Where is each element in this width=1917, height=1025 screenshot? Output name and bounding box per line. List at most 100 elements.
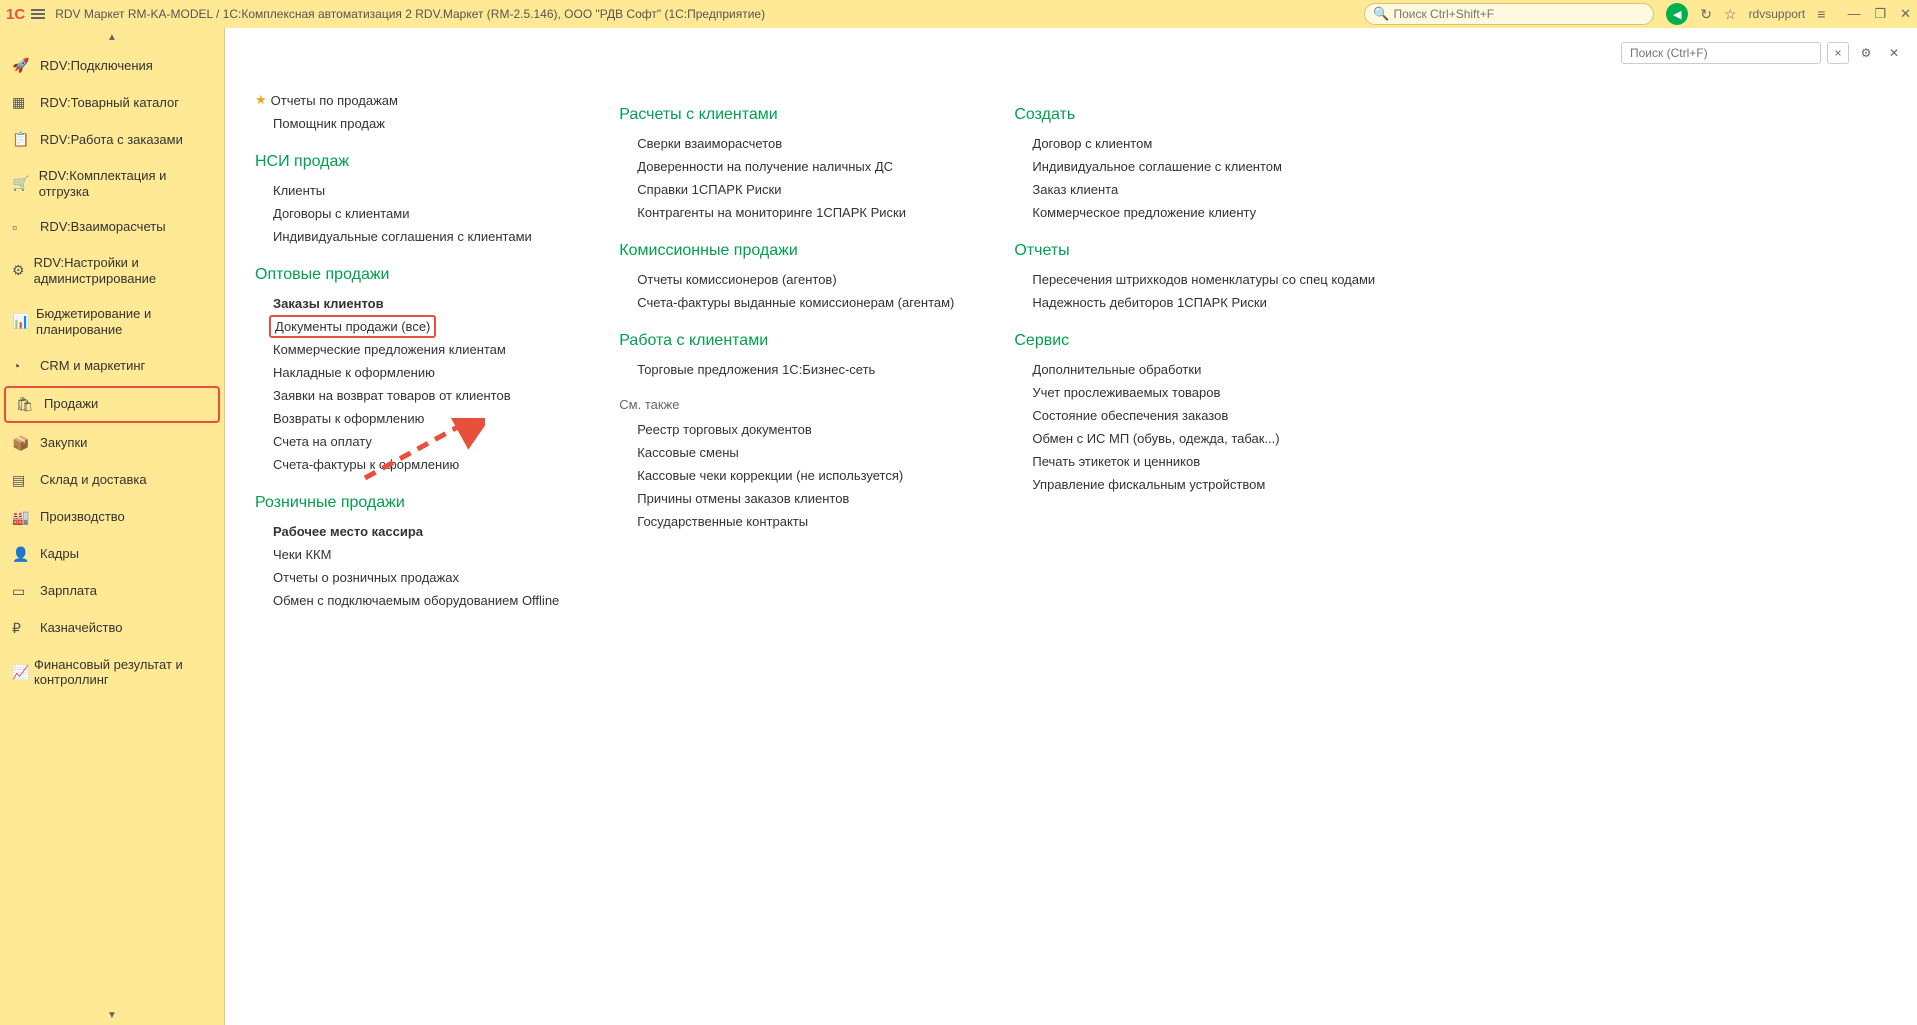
star-icon: ★ xyxy=(255,92,267,108)
section-title[interactable]: Розничные продажи xyxy=(255,494,559,512)
menu-link[interactable]: Индивидуальное соглашение с клиентом xyxy=(1014,155,1375,178)
sidebar-icon: ◔ xyxy=(12,358,40,374)
menu-link[interactable]: Договоры с клиентами xyxy=(255,202,559,225)
reports-star-link[interactable]: ★Отчеты по продажам xyxy=(255,88,559,112)
menu-link[interactable]: Договор с клиентом xyxy=(1014,132,1375,155)
menu-bars-icon[interactable]: ≡ xyxy=(1817,6,1825,22)
menu-link[interactable]: Справки 1СПАРК Риски xyxy=(619,178,954,201)
global-search[interactable]: 🔍 xyxy=(1364,3,1654,25)
sidebar-item-label: CRM и маркетинг xyxy=(40,358,145,374)
menu-link[interactable]: Печать этикеток и ценников xyxy=(1014,450,1375,473)
menu-link[interactable]: Накладные к оформлению xyxy=(255,361,559,384)
sidebar-item-label: Казначейство xyxy=(40,620,122,636)
sidebar-item-label: Бюджетирование и планирование xyxy=(36,306,212,337)
menu-link[interactable]: Заказы клиентов xyxy=(255,292,559,315)
section-title[interactable]: Комиссионные продажи xyxy=(619,242,954,260)
settings-icon[interactable]: ⚙ xyxy=(1855,42,1877,64)
menu-link[interactable]: Счета-фактуры выданные комиссионерам (аг… xyxy=(619,291,954,314)
menu-link[interactable]: Кассовые чеки коррекции (не используется… xyxy=(619,464,954,487)
global-search-input[interactable] xyxy=(1393,7,1645,21)
content-area: × ⚙ ✕ ★Отчеты по продажам Помощник прода… xyxy=(225,28,1917,1025)
menu-link[interactable]: Обмен с ИС МП (обувь, одежда, табак...) xyxy=(1014,427,1375,450)
sidebar-item-1[interactable]: ▦RDV:Товарный каталог xyxy=(0,84,224,121)
sidebar-item-label: Склад и доставка xyxy=(40,472,147,488)
menu-link[interactable]: Коммерческое предложение клиенту xyxy=(1014,201,1375,224)
sidebar-item-14[interactable]: ₽Казначейство xyxy=(0,610,224,647)
sidebar-item-label: Производство xyxy=(40,509,125,525)
sidebar-item-10[interactable]: ▤Склад и доставка xyxy=(0,462,224,499)
sidebar-icon: 🛍 xyxy=(16,396,44,413)
history-icon[interactable]: ↻ xyxy=(1700,6,1712,23)
menu-link[interactable]: Отчеты о розничных продажах xyxy=(255,566,559,589)
menu-link[interactable]: Дополнительные обработки xyxy=(1014,358,1375,381)
sidebar-item-5[interactable]: ⚙RDV:Настройки и администрирование xyxy=(0,245,224,296)
sidebar-scroll-up[interactable]: ▲ xyxy=(0,28,224,47)
sidebar-item-7[interactable]: ◔CRM и маркетинг xyxy=(0,348,224,384)
sidebar-item-2[interactable]: 📋RDV:Работа с заказами xyxy=(0,121,224,158)
menu-link[interactable]: Доверенности на получение наличных ДС xyxy=(619,155,954,178)
menu-link[interactable]: Счета-фактуры к оформлению xyxy=(255,453,559,476)
menu-link[interactable]: Пересечения штрихкодов номенклатуры со с… xyxy=(1014,268,1375,291)
sidebar-item-3[interactable]: 🛒RDV:Комплектация и отгрузка xyxy=(0,158,224,209)
sidebar-icon: ▫ xyxy=(12,219,40,235)
menu-link[interactable]: Надежность дебиторов 1СПАРК Риски xyxy=(1014,291,1375,314)
sidebar-item-0[interactable]: 🚀RDV:Подключения xyxy=(0,47,224,84)
sidebar-item-9[interactable]: 📦Закупки xyxy=(0,425,224,462)
menu-link[interactable]: Возвраты к оформлению xyxy=(255,407,559,430)
menu-link[interactable]: Рабочее место кассира xyxy=(255,520,559,543)
menu-link[interactable]: Заявки на возврат товаров от клиентов xyxy=(255,384,559,407)
close-panel-icon[interactable]: ✕ xyxy=(1883,42,1905,64)
sales-helper-link[interactable]: Помощник продаж xyxy=(255,112,559,135)
sidebar-icon: ₽ xyxy=(12,620,40,637)
sidebar-item-13[interactable]: ▭Зарплата xyxy=(0,573,224,610)
sidebar-item-label: Кадры xyxy=(40,546,79,562)
notification-icon[interactable]: ◀ xyxy=(1666,3,1688,25)
close-icon[interactable]: ✕ xyxy=(1900,6,1911,22)
menu-link[interactable]: Отчеты комиссионеров (агентов) xyxy=(619,268,954,291)
menu-link[interactable]: Управление фискальным устройством xyxy=(1014,473,1375,496)
sidebar-item-15[interactable]: 📈Финансовый результат и контроллинг xyxy=(0,647,224,698)
username-label[interactable]: rdvsupport xyxy=(1749,7,1806,21)
menu-link[interactable]: Клиенты xyxy=(255,179,559,202)
menu-link[interactable]: Сверки взаиморасчетов xyxy=(619,132,954,155)
sidebar-item-label: RDV:Настройки и администрирование xyxy=(34,255,212,286)
clear-search-button[interactable]: × xyxy=(1827,42,1849,64)
section-title[interactable]: Оптовые продажи xyxy=(255,266,559,284)
sidebar-item-6[interactable]: 📊Бюджетирование и планирование xyxy=(0,296,224,347)
menu-link[interactable]: Состояние обеспечения заказов xyxy=(1014,404,1375,427)
menu-link[interactable]: Заказ клиента xyxy=(1014,178,1375,201)
menu-link[interactable]: Учет прослеживаемых товаров xyxy=(1014,381,1375,404)
menu-link[interactable]: Коммерческие предложения клиентам xyxy=(255,338,559,361)
section-title[interactable]: Работа с клиентами xyxy=(619,332,954,350)
menu-link[interactable]: Причины отмены заказов клиентов xyxy=(619,487,954,510)
sidebar-item-8[interactable]: 🛍Продажи xyxy=(4,386,220,423)
sidebar-scroll-down[interactable]: ▼ xyxy=(0,1006,224,1025)
menu-link[interactable]: Обмен с подключаемым оборудованием Offli… xyxy=(255,589,559,612)
menu-link[interactable]: Реестр торговых документов xyxy=(619,418,954,441)
section-title[interactable]: НСИ продаж xyxy=(255,153,559,171)
logo-1c: 1C xyxy=(6,6,25,23)
section-title[interactable]: Сервис xyxy=(1014,332,1375,350)
sidebar-item-4[interactable]: ▫RDV:Взаиморасчеты xyxy=(0,209,224,245)
menu-link[interactable]: Кассовые смены xyxy=(619,441,954,464)
menu-link[interactable]: Документы продажи (все) xyxy=(269,315,436,338)
menu-link[interactable]: Торговые предложения 1С:Бизнес-сеть xyxy=(619,358,954,381)
minimize-icon[interactable]: — xyxy=(1847,6,1860,22)
sidebar-icon: 📦 xyxy=(12,435,40,452)
menu-link[interactable]: Счета на оплату xyxy=(255,430,559,453)
sidebar-item-label: Закупки xyxy=(40,435,87,451)
menu-link[interactable]: Индивидуальные соглашения с клиентами xyxy=(255,225,559,248)
content-search-input[interactable] xyxy=(1621,42,1821,64)
sidebar-item-11[interactable]: 🏭Производство xyxy=(0,499,224,536)
section-title[interactable]: Отчеты xyxy=(1014,242,1375,260)
menu-icon[interactable] xyxy=(31,7,45,21)
sidebar-item-label: Финансовый результат и контроллинг xyxy=(34,657,212,688)
menu-link[interactable]: Государственные контракты xyxy=(619,510,954,533)
maximize-icon[interactable]: ❐ xyxy=(1874,6,1886,22)
section-title[interactable]: Создать xyxy=(1014,106,1375,124)
menu-link[interactable]: Чеки ККМ xyxy=(255,543,559,566)
section-title[interactable]: Расчеты с клиентами xyxy=(619,106,954,124)
favorite-icon[interactable]: ☆ xyxy=(1724,6,1737,23)
sidebar-item-12[interactable]: 👤Кадры xyxy=(0,536,224,573)
menu-link[interactable]: Контрагенты на мониторинге 1СПАРК Риски xyxy=(619,201,954,224)
